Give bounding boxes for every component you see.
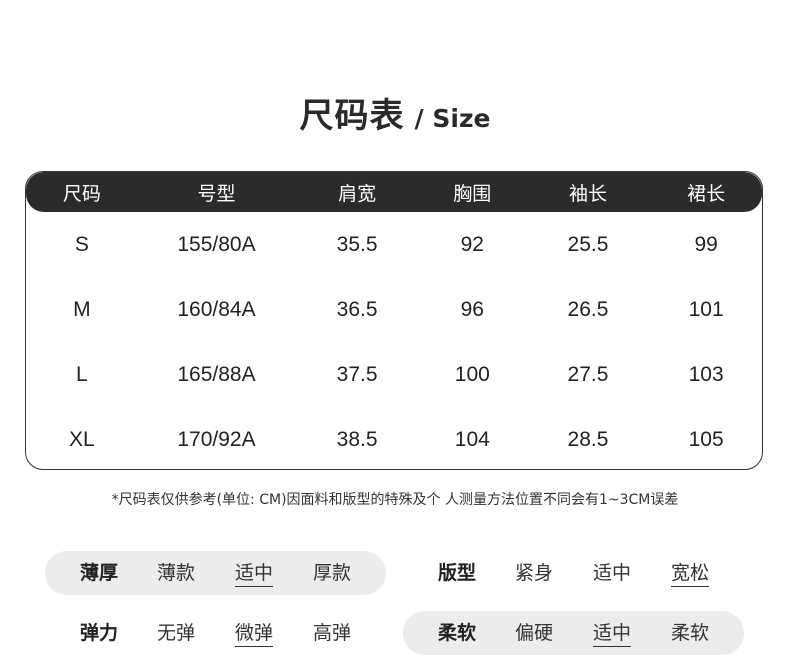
table-row: S 155/80A 35.5 92 25.5 99 [26, 212, 762, 277]
header-chest: 胸围 [453, 182, 492, 205]
table-cell: 92 [460, 232, 484, 256]
table-cell: 26.5 [567, 297, 609, 321]
option-slim[interactable]: 紧身 [515, 551, 553, 595]
table-cell: 96 [460, 297, 484, 321]
attr-label: 柔软 [438, 622, 477, 644]
option-stiff[interactable]: 偏硬 [515, 611, 553, 655]
table-row: XL 170/92A 38.5 104 28.5 105 [26, 407, 762, 469]
table-cell: 38.5 [336, 427, 378, 451]
table-cell: 37.5 [336, 362, 378, 386]
page-title: 尺码表 / Size [0, 88, 790, 137]
table-cell: M [73, 297, 91, 321]
table-header: 尺码 号型 肩宽 胸围 袖长 裙长 [26, 172, 762, 212]
table-cell: 165/88A [177, 362, 256, 386]
title-sub: / Size [414, 104, 491, 133]
size-table: 尺码 号型 肩宽 胸围 袖长 裙长 S 155/80A 35.5 92 25.5… [25, 171, 763, 470]
table-cell: 28.5 [567, 427, 609, 451]
table-cell: 104 [454, 427, 490, 451]
table-cell: S [74, 232, 89, 256]
table-cell: 105 [688, 427, 724, 451]
table-cell: 170/92A [177, 427, 256, 451]
table-cell: 160/84A [177, 297, 256, 321]
table-cell: 99 [694, 232, 718, 256]
attr-softness: 柔软 偏硬 适中 柔软 [0, 611, 790, 655]
table-row: L 165/88A 37.5 100 27.5 103 [26, 342, 762, 407]
table-cell: 155/80A [177, 232, 256, 256]
header-shoulder: 肩宽 [338, 182, 377, 205]
table-row: M 160/84A 36.5 96 26.5 101 [26, 277, 762, 342]
table-cell: 103 [688, 362, 724, 386]
table-cell: XL [69, 427, 95, 451]
table-cell: 101 [688, 297, 724, 321]
option-loose-selected[interactable]: 宽松 [671, 551, 710, 595]
header-sleeve: 袖长 [568, 182, 607, 205]
table-cell: 100 [454, 362, 490, 386]
header-skirt-length: 裙长 [687, 182, 726, 205]
table-cell: 27.5 [567, 362, 609, 386]
table-cell: 36.5 [336, 297, 378, 321]
title-main: 尺码表 [299, 96, 405, 136]
size-note: *尺码表仅供参考(单位: CM)因面料和版型的特殊及个 人测量方法位置不同会有1… [111, 492, 679, 508]
attr-label: 版型 [438, 562, 477, 584]
attr-fit: 版型 紧身 适中 宽松 [0, 551, 790, 595]
option-regular[interactable]: 适中 [593, 551, 631, 595]
option-soft[interactable]: 柔软 [671, 611, 709, 655]
table-cell: 25.5 [567, 232, 609, 256]
option-moderate-selected[interactable]: 适中 [593, 611, 632, 655]
table-cell: L [76, 362, 88, 386]
table-cell: 35.5 [336, 232, 378, 256]
header-model: 号型 [197, 182, 236, 205]
header-size: 尺码 [62, 182, 101, 205]
